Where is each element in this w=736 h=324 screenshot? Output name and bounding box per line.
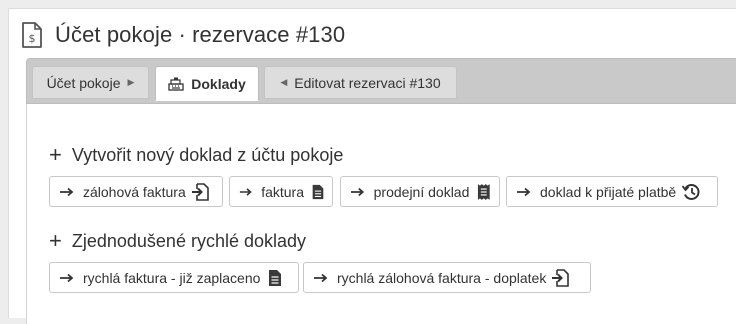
payment-receipt-button[interactable]: doklad k přijaté platbě	[506, 176, 718, 207]
button-label: rychlá zálohová faktura - doplatek	[337, 269, 547, 286]
tab-content: + Vytvořit nový doklad z účtu pokoje zál…	[26, 104, 736, 324]
quick-invoice-paid-button[interactable]: rychlá faktura - již zaplaceno	[49, 262, 299, 293]
page-title: Účet pokoje · rezervace #130	[55, 22, 346, 47]
arrow-right-icon	[60, 187, 74, 196]
section-title-new-document: + Vytvořit nový doklad z účtu pokoje	[49, 144, 343, 166]
main-panel: $ Účet pokoje · rezervace #130 Účet poko…	[8, 8, 736, 324]
invoice-button[interactable]: faktura	[229, 176, 333, 207]
receipt-icon	[478, 183, 491, 200]
button-label: prodejní doklad	[373, 183, 470, 200]
deposit-invoice-button[interactable]: zálohová faktura	[49, 176, 223, 207]
tab-bar: Účet pokoje ▶ Doklady ◀ Editovat rezerva…	[26, 58, 736, 104]
caret-left-icon: ◀	[280, 77, 288, 87]
page-header: $ Účet pokoje · rezervace #130	[21, 15, 345, 55]
tab-label: Editovat rezervaci #130	[294, 74, 441, 91]
button-label: zálohová faktura	[83, 183, 186, 200]
cash-register-icon	[168, 77, 184, 91]
invoice-dollar-icon: $	[22, 22, 42, 48]
button-label: faktura	[261, 183, 305, 200]
caret-right-icon: ▶	[127, 77, 135, 87]
section-title-text: Zjednodušené rychlé doklady	[71, 230, 307, 251]
tab-label: Účet pokoje	[46, 74, 121, 91]
sales-receipt-button[interactable]: prodejní doklad	[340, 176, 500, 207]
file-text-icon	[312, 184, 324, 199]
button-label: rychlá faktura - již zaplaceno	[83, 269, 261, 286]
history-icon	[682, 183, 700, 200]
arrow-right-icon	[517, 187, 531, 196]
arrow-right-icon	[314, 273, 328, 282]
file-text-icon	[269, 269, 282, 286]
tab-documents[interactable]: Doklady	[155, 66, 259, 101]
tab-edit-reservation[interactable]: ◀ Editovat rezervaci #130	[264, 66, 457, 99]
svg-text:$: $	[29, 32, 36, 45]
arrow-right-icon	[350, 187, 365, 196]
tab-label: Doklady	[191, 75, 246, 92]
file-import-icon	[552, 268, 570, 287]
button-label: doklad k přijaté platbě	[540, 183, 677, 200]
plus-icon: +	[49, 228, 62, 253]
file-import-icon	[191, 182, 209, 201]
tab-room-account[interactable]: Účet pokoje ▶	[32, 66, 149, 99]
section-title-text: Vytvořit nový doklad z účtu pokoje	[71, 144, 344, 165]
arrow-right-icon	[239, 187, 252, 196]
arrow-right-icon	[60, 273, 74, 282]
plus-icon: +	[49, 142, 62, 167]
section-title-quick-documents: + Zjednodušené rychlé doklady	[49, 230, 306, 252]
quick-deposit-invoice-button[interactable]: rychlá zálohová faktura - doplatek	[303, 262, 591, 293]
